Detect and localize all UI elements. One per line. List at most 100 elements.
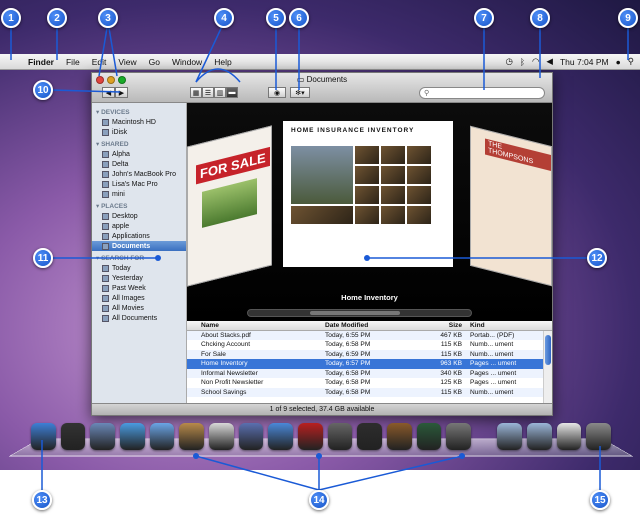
back-button[interactable]: ◀: [102, 87, 115, 98]
table-row[interactable]: School Savings Today, 6:58 PM 115 KB Numb..…: [187, 387, 552, 397]
table-row[interactable]: Non Profit Newsletter Today, 6:58 PM 125 K…: [187, 378, 552, 388]
preview-photo-grid: [291, 146, 445, 224]
user-icon[interactable]: ●: [616, 57, 621, 67]
sidebar-item-delta[interactable]: Delta: [92, 159, 186, 169]
computer-icon: [102, 160, 109, 168]
dock-ical-icon[interactable]: [208, 423, 234, 450]
action-menu-button[interactable]: ✻▾: [290, 87, 310, 98]
dock-documents-folder-icon[interactable]: [526, 423, 552, 450]
document-preview-center[interactable]: HOME INSURANCE INVENTORY: [283, 121, 453, 267]
column-view-button[interactable]: ▥: [214, 87, 226, 98]
wifi-icon[interactable]: ◠: [532, 56, 539, 67]
dock-imovie-icon[interactable]: [357, 423, 382, 450]
table-row[interactable]: Informal Newsletter Today, 6:58 PM 340 KB P…: [187, 368, 552, 378]
table-row[interactable]: For Sale Today, 6:59 PM 115 KB Numb... umen…: [187, 349, 552, 359]
menu-edit[interactable]: Edit: [86, 57, 113, 67]
dock-photo-booth-icon[interactable]: [297, 423, 323, 450]
sidebar-item-all-documents[interactable]: All Documents: [92, 313, 186, 323]
kind-cell: Pages ... ument: [470, 369, 517, 377]
column-date-modified[interactable]: Date Modified: [325, 322, 428, 329]
dock-iphoto-icon[interactable]: [327, 423, 353, 450]
menu-go[interactable]: Go: [143, 57, 166, 67]
sidebar-header-places: ▾ PLACES: [96, 203, 128, 210]
size-cell: 115 KB: [440, 350, 462, 358]
sidebar-item-applications[interactable]: Applications: [92, 231, 186, 241]
column-view-icon: ▥: [216, 89, 224, 97]
sidebar-item-idisk[interactable]: iDisk: [92, 127, 186, 137]
date-modified-cell: Today, 6:55 PM: [325, 331, 371, 339]
sidebar-item-macintosh-hd[interactable]: Macintosh HD: [92, 117, 186, 127]
clock-icon: [102, 284, 109, 292]
dock-time-machine-icon[interactable]: [416, 423, 442, 450]
cover-flow-scrollbar[interactable]: [247, 309, 472, 317]
dock-ichat-icon[interactable]: [149, 423, 175, 450]
column-kind[interactable]: Kind: [466, 322, 536, 329]
preview-photo: [202, 178, 257, 228]
menu-view[interactable]: View: [112, 57, 142, 67]
table-row[interactable]: About Stacks.pdf Today, 6:55 PM 467 KB Port…: [187, 330, 552, 340]
volume-icon[interactable]: ◀: [546, 56, 553, 67]
sidebar-item-desktop[interactable]: Desktop: [92, 211, 186, 221]
cover-flow-icon: ▬: [228, 89, 236, 96]
cover-flow-view-button[interactable]: ▬: [226, 87, 238, 98]
list-view-button[interactable]: ☰: [202, 87, 214, 98]
cover-flow-pane[interactable]: FOR SALE HOME INSURANCE INVENTORY THE TH…: [187, 103, 552, 321]
sidebar-item-all-images[interactable]: All Images: [92, 293, 186, 303]
document-preview-right[interactable]: THE THOMPSONS: [470, 125, 552, 287]
dock-dashboard-icon[interactable]: [60, 423, 86, 450]
sidebar-item-alpha[interactable]: Alpha: [92, 149, 186, 159]
quick-look-button[interactable]: ◉: [268, 87, 286, 98]
dock-garageband-icon[interactable]: [386, 423, 412, 450]
menu-finder[interactable]: Finder: [22, 57, 60, 67]
menu-file[interactable]: File: [60, 57, 86, 67]
cover-flow-caption: Home Inventory: [341, 293, 398, 302]
search-field[interactable]: ⚲: [419, 87, 545, 99]
column-size[interactable]: Size: [428, 322, 466, 329]
list-header: Name Date Modified Size Kind: [187, 321, 552, 331]
dock-finder-icon[interactable]: [31, 423, 56, 450]
dock-itunes-icon[interactable]: [268, 423, 293, 450]
scrollbar-thumb[interactable]: [310, 311, 400, 315]
idisk-icon: [102, 128, 109, 136]
spotlight-search-icon[interactable]: ⚲: [628, 56, 634, 67]
applications-icon: [102, 232, 109, 240]
column-name[interactable]: Name: [187, 322, 325, 329]
scrollbar-thumb[interactable]: [545, 335, 551, 365]
icon-view-button[interactable]: ▦: [190, 87, 202, 98]
sidebar-item-johns-macbook-pro[interactable]: John's MacBook Pro: [92, 169, 186, 179]
sidebar-item-past-week[interactable]: Past Week: [92, 283, 186, 293]
bluetooth-icon[interactable]: ᛒ: [520, 57, 525, 67]
menu-window[interactable]: Window: [166, 57, 208, 67]
sidebar-item-apple[interactable]: apple: [92, 221, 186, 231]
dock-system-preferences-icon[interactable]: [446, 423, 471, 450]
forward-button[interactable]: ▶: [115, 87, 128, 98]
dock-safari-icon[interactable]: [119, 423, 145, 450]
sidebar-item-documents[interactable]: Documents: [92, 241, 186, 251]
time-machine-status-icon[interactable]: ◷: [505, 56, 512, 67]
smart-folder-icon: [102, 304, 109, 312]
dock-applications-folder-icon[interactable]: [497, 423, 522, 450]
dock-address-book-icon[interactable]: [179, 423, 204, 450]
file-name-cell: School Savings: [201, 388, 247, 396]
menu-help[interactable]: Help: [208, 57, 237, 67]
sidebar-item-mini[interactable]: mini: [92, 189, 186, 199]
dock-mail-icon[interactable]: [90, 423, 115, 450]
document-preview-left[interactable]: FOR SALE: [187, 125, 272, 287]
dock-downloads-stack-icon[interactable]: [556, 423, 582, 450]
icon-view-icon: ▦: [192, 89, 200, 97]
table-row[interactable]: Chcking Account Today, 6:58 PM 115 KB Numb.…: [187, 340, 552, 350]
date-modified-cell: Today, 6:58 PM: [325, 388, 371, 396]
laptop-icon: [102, 170, 109, 178]
sidebar-item-yesterday[interactable]: Yesterday: [92, 273, 186, 283]
desktop-icon: [102, 212, 109, 220]
list-scrollbar[interactable]: [543, 331, 552, 403]
sidebar-item-all-movies[interactable]: All Movies: [92, 303, 186, 313]
forward-arrow-icon: ▶: [118, 89, 125, 97]
kind-cell: Numb... ument: [470, 350, 514, 358]
dock-preview-icon[interactable]: [238, 423, 264, 450]
sidebar-item-today[interactable]: Today: [92, 263, 186, 273]
dock-trash-icon[interactable]: [586, 423, 611, 450]
menu-clock[interactable]: Thu 7:04 PM: [560, 57, 609, 67]
table-row[interactable]: Home Inventory Today, 6:57 PM 963 KB Pages …: [187, 359, 552, 369]
sidebar-item-lisas-mac-pro[interactable]: Lisa's Mac Pro: [92, 179, 186, 189]
